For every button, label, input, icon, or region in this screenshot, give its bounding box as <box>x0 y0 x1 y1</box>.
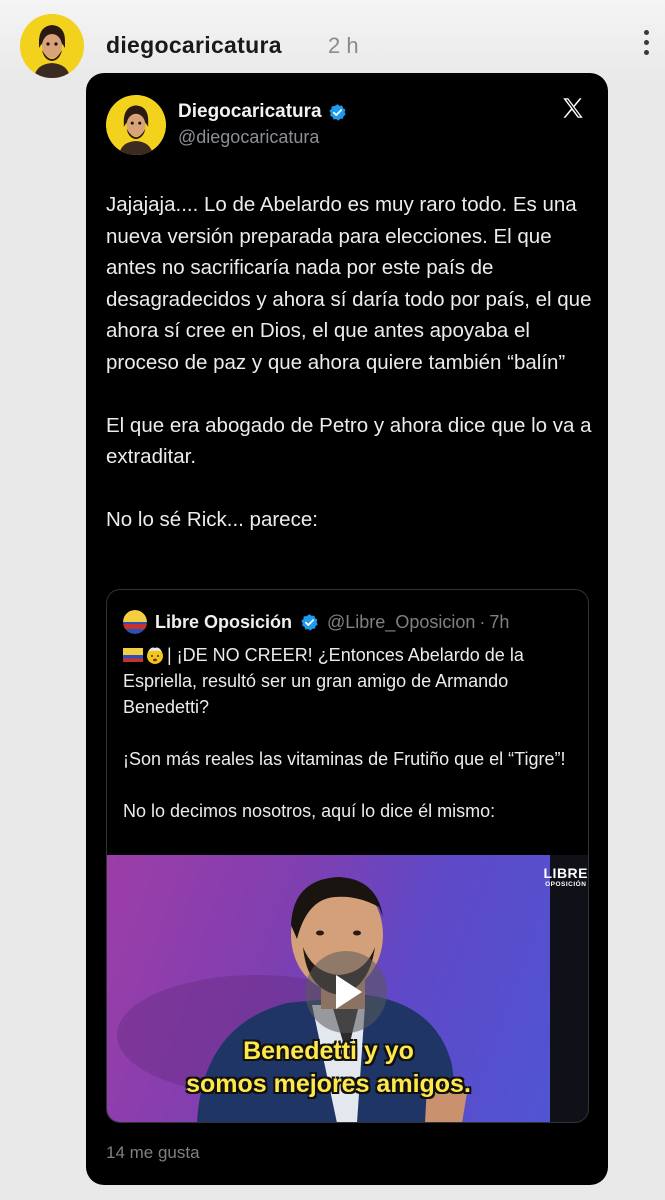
tweet-paragraph: El que era abogado de Petro y ahora dice… <box>106 413 592 469</box>
story-avatar[interactable] <box>20 14 84 78</box>
quoted-author-name[interactable]: Libre Oposición <box>155 612 292 633</box>
story-header: diegocaricatura 2 h <box>0 0 665 80</box>
tweet-avatar[interactable] <box>106 95 166 155</box>
tweet-author-label: Diegocaricatura <box>178 101 322 122</box>
video-player[interactable]: LIBRE OPOSICIÓN Benedetti y yo somos mej… <box>107 855 589 1122</box>
separator-dot: · <box>479 611 486 632</box>
quoted-paragraph: ¡Son más reales las vitaminas de Frutiño… <box>123 749 566 769</box>
tweet-author-name[interactable]: Diegocaricatura <box>178 101 347 123</box>
video-subtitle-line: Benedetti y yo <box>243 1037 414 1065</box>
colombia-globe-icon <box>123 610 147 634</box>
exploding-head-icon <box>147 647 163 664</box>
quoted-timestamp: 7h <box>489 611 510 632</box>
likes-count[interactable]: 14 me gusta <box>106 1143 200 1163</box>
tweet-card: Diegocaricatura @diegocaricatura Jajajaj… <box>86 73 608 1185</box>
tweet-author-handle[interactable]: @diegocaricatura <box>178 127 319 148</box>
caricature-icon <box>20 14 84 78</box>
quoted-paragraph: No lo decimos nosotros, aquí lo dice él … <box>123 801 496 821</box>
story-timestamp: 2 h <box>328 33 359 58</box>
video-side-panel <box>550 855 588 1122</box>
tweet-paragraph: Jajajaja.... Lo de Abelardo es muy raro … <box>106 193 592 374</box>
channel-watermark: LIBRE OPOSICIÓN <box>544 865 589 888</box>
more-options-icon[interactable] <box>640 30 652 58</box>
quoted-author-handle[interactable]: @Libre_Oposicion <box>327 612 475 633</box>
tweet-body: Jajajaja.... Lo de Abelardo es muy raro … <box>106 189 592 567</box>
quoted-tweet-avatar[interactable] <box>123 610 147 634</box>
quoted-paragraph: | ¡DE NO CREER! ¿Entonces Abelardo de la… <box>123 642 579 720</box>
quoted-tweet-header: Libre Oposición @Libre_Oposicion · 7h <box>123 610 509 634</box>
quoted-tweet[interactable]: Libre Oposición @Libre_Oposicion · 7h | … <box>106 589 589 1123</box>
tweet-paragraph: No lo sé Rick... parece: <box>106 508 318 531</box>
play-icon[interactable] <box>305 951 387 1033</box>
verified-badge-icon <box>328 103 346 121</box>
watermark-top: LIBRE <box>543 865 588 881</box>
verified-badge-icon <box>301 613 318 631</box>
colombia-flag-icon <box>123 648 143 662</box>
story-username[interactable]: diegocaricatura <box>106 32 282 59</box>
video-subtitle-line: somos mejores amigos. <box>186 1070 471 1098</box>
quoted-tweet-body: | ¡DE NO CREER! ¿Entonces Abelardo de la… <box>123 642 579 850</box>
quoted-paragraph-text: | ¡DE NO CREER! ¿Entonces Abelardo de la… <box>123 645 524 717</box>
watermark-bottom: OPOSICIÓN <box>545 881 587 888</box>
caricature-icon <box>106 95 166 155</box>
x-logo-icon[interactable] <box>560 95 586 121</box>
